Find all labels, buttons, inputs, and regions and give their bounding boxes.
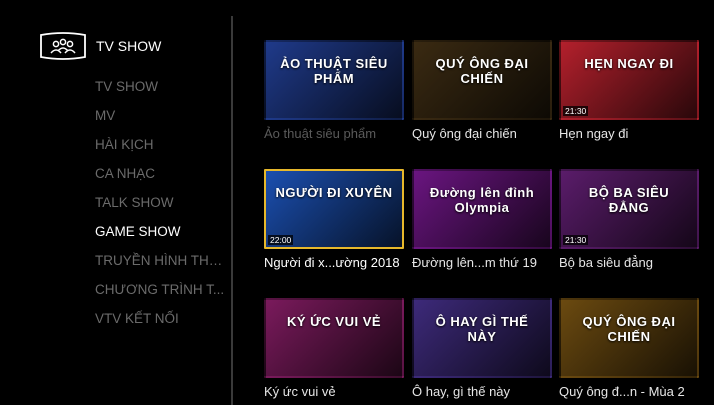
show-thumbnail: BỘ BA SIÊU ĐẲNG 21:30	[559, 169, 699, 249]
menu-item-ca-nhac[interactable]: CA NHẠC	[95, 165, 225, 194]
show-title: Hẹn ngay đi	[559, 126, 629, 141]
show-title: Quý ông đ...n - Mùa 2	[559, 384, 685, 399]
menu-item-talk-show[interactable]: TALK SHOW	[95, 194, 225, 223]
menu-item-truyen-hinh[interactable]: TRUYỀN HÌNH THỰ...	[95, 252, 225, 281]
page-title: TV SHOW	[96, 38, 162, 54]
show-tile[interactable]: Đường lên đỉnh Olympia Đường lên...m thứ…	[412, 169, 552, 270]
thumbnail-art: HẸN NGAY ĐI	[584, 56, 674, 71]
thumbnail-art: Đường lên đỉnh Olympia	[429, 185, 535, 215]
show-title: Ô hay, gì thế này	[412, 384, 511, 399]
menu-item-game-show[interactable]: GAME SHOW	[95, 223, 225, 252]
show-thumbnail: Ô HAY GÌ THẾ NÀY	[412, 298, 552, 378]
show-thumbnail: KÝ ỨC VUI VẺ	[264, 298, 404, 378]
menu-item-vtv-ket-noi[interactable]: VTV KẾT NỐI	[95, 310, 225, 339]
thumbnail-art: QUÝ ÔNG ĐẠI CHIẾN	[435, 56, 529, 86]
thumbnail-art: Ô HAY GÌ THẾ NÀY	[435, 314, 529, 344]
air-time-badge: 22:00	[268, 235, 294, 245]
show-tile[interactable]: QUÝ ÔNG ĐẠI CHIẾN Quý ông đại chiến	[412, 40, 552, 141]
air-time-badge: 21:30	[563, 235, 589, 245]
thumbnail-art: BỘ BA SIÊU ĐẲNG	[588, 185, 670, 215]
menu-item-hai-kich[interactable]: HÀI KỊCH	[95, 136, 225, 165]
show-thumbnail: ẢO THUẬT SIÊU PHẨM	[264, 40, 404, 120]
show-tile[interactable]: QUÝ ÔNG ĐẠI CHIẾN Quý ông đ...n - Mùa 2	[559, 298, 699, 399]
show-title: Người đi x...ường 2018	[264, 255, 400, 270]
thumbnail-art: KÝ ỨC VUI VẺ	[286, 314, 382, 329]
section-header: TV SHOW	[38, 30, 161, 62]
show-thumbnail: QUÝ ÔNG ĐẠI CHIẾN	[559, 298, 699, 378]
air-time-badge: 21:30	[563, 106, 589, 116]
show-title: Ảo thuật siêu phẩm	[264, 126, 377, 141]
sidebar-divider	[231, 16, 233, 405]
show-tile[interactable]: HẸN NGAY ĐI 21:30 Hẹn ngay đi	[559, 40, 699, 141]
menu-item-tv-show[interactable]: TV SHOW	[95, 78, 225, 107]
show-title: Quý ông đại chiến	[412, 126, 517, 141]
group-screen-icon	[40, 32, 86, 60]
thumbnail-art: NGƯỜI ĐI XUYÊN	[275, 185, 393, 200]
show-tile[interactable]: Ô HAY GÌ THẾ NÀY Ô hay, gì thế này	[412, 298, 552, 399]
show-title: Bộ ba siêu đẳng	[559, 255, 653, 270]
thumbnail-art: ẢO THUẬT SIÊU PHẨM	[280, 56, 388, 86]
menu-item-mv[interactable]: MV	[95, 107, 225, 136]
category-menu: TV SHOW MV HÀI KỊCH CA NHẠC TALK SHOW GA…	[95, 78, 225, 339]
show-thumbnail: QUÝ ÔNG ĐẠI CHIẾN	[412, 40, 552, 120]
show-title: Ký ức vui vẻ	[264, 384, 336, 399]
show-tile[interactable]: ẢO THUẬT SIÊU PHẨM Ảo thuật siêu phẩm	[264, 40, 404, 141]
show-tile[interactable]: NGƯỜI ĐI XUYÊN 22:00 Người đi x...ường 20…	[264, 169, 404, 270]
show-thumbnail: HẸN NGAY ĐI 21:30	[559, 40, 699, 120]
show-title: Đường lên...m thứ 19	[412, 255, 537, 270]
show-thumbnail: Đường lên đỉnh Olympia	[412, 169, 552, 249]
show-tile[interactable]: BỘ BA SIÊU ĐẲNG 21:30 Bộ ba siêu đẳng	[559, 169, 699, 270]
show-tile[interactable]: KÝ ỨC VUI VẺ Ký ức vui vẻ	[264, 298, 404, 399]
thumbnail-art: QUÝ ÔNG ĐẠI CHIẾN	[582, 314, 676, 344]
show-thumbnail: NGƯỜI ĐI XUYÊN 22:00	[264, 169, 404, 249]
menu-item-chuong-trinh[interactable]: CHƯƠNG TRÌNH T...	[95, 281, 225, 310]
